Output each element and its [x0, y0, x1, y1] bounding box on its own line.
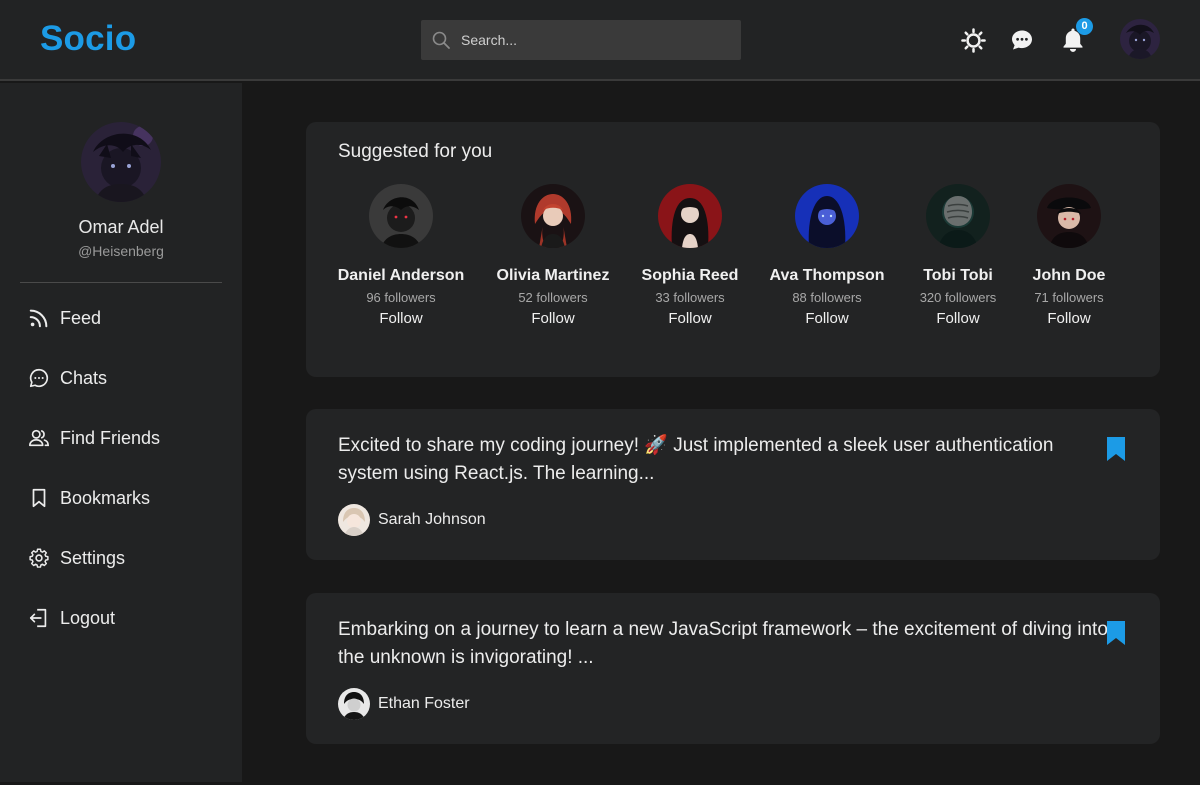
author-avatar[interactable]	[338, 688, 370, 720]
suggestion-followers: 33 followers	[655, 290, 725, 305]
bookmark-icon	[32, 488, 46, 508]
sidebar-item-label: Feed	[60, 307, 102, 328]
suggestion-followers: 52 followers	[518, 290, 588, 305]
search-icon	[432, 31, 450, 49]
post-text[interactable]: Embarking on a journey to learn a new Ja…	[338, 616, 1108, 672]
suggestion-item: Olivia Martinez 52 followers Follow	[478, 184, 628, 327]
author-avatar[interactable]	[338, 504, 370, 536]
brand-logo[interactable]: Socio	[40, 19, 136, 59]
sidebar-item-logout[interactable]: Logout	[28, 603, 115, 633]
chat-icon	[29, 368, 49, 388]
messages-icon[interactable]	[1010, 28, 1034, 52]
notification-badge: 0	[1076, 18, 1093, 35]
post-author[interactable]: Sarah Johnson	[338, 504, 486, 536]
theme-toggle-sun-icon[interactable]	[961, 28, 986, 53]
suggestion-name[interactable]: Daniel Anderson	[326, 267, 476, 285]
suggestion-item: Ava Thompson 88 followers Follow	[752, 184, 902, 327]
suggestion-avatar[interactable]	[926, 184, 990, 248]
author-name[interactable]: Ethan Foster	[378, 695, 470, 713]
gear-icon	[29, 548, 49, 568]
post-text[interactable]: Excited to share my coding journey! 🚀 Ju…	[338, 432, 1108, 488]
post-card[interactable]: Excited to share my coding journey! 🚀 Ju…	[306, 409, 1160, 560]
suggestions-card: Suggested for you Daniel Anderson 96 fol…	[306, 122, 1160, 377]
author-name[interactable]: Sarah Johnson	[378, 511, 486, 529]
suggestion-avatar[interactable]	[521, 184, 585, 248]
sidebar-item-label: Chats	[60, 367, 108, 388]
suggestions-title: Suggested for you	[338, 141, 493, 162]
sidebar-item-feed[interactable]: Feed	[28, 303, 101, 333]
profile-name[interactable]: Omar Adel	[0, 217, 242, 238]
sidebar-item-label: Settings	[60, 547, 126, 568]
sidebar-item-label: Find Friends	[60, 427, 161, 448]
sidebar-item-chats[interactable]: Chats	[28, 363, 107, 393]
profile-handle: @Heisenberg	[78, 243, 164, 259]
suggestion-avatar[interactable]	[795, 184, 859, 248]
follow-button[interactable]: Follow	[478, 310, 628, 327]
sidebar-item-label: Logout	[60, 607, 116, 628]
sidebar: Omar Adel @Heisenberg Feed Chats Find Fr…	[0, 83, 242, 782]
users-icon	[29, 429, 49, 447]
suggestion-avatar[interactable]	[1037, 184, 1101, 248]
search-bar[interactable]	[421, 20, 741, 60]
sidebar-item-bookmarks[interactable]: Bookmarks	[28, 483, 150, 513]
rss-icon	[29, 309, 48, 328]
suggestion-followers: 71 followers	[1034, 290, 1104, 305]
bookmark-filled-icon[interactable]	[1106, 620, 1126, 646]
follow-button[interactable]: Follow	[994, 310, 1144, 327]
sidebar-item-find-friends[interactable]: Find Friends	[28, 423, 160, 453]
suggestion-avatar[interactable]	[369, 184, 433, 248]
sidebar-item-settings[interactable]: Settings	[28, 543, 125, 573]
post-author[interactable]: Ethan Foster	[338, 688, 470, 720]
suggestion-item: Sophia Reed 33 followers Follow	[615, 184, 765, 327]
suggestion-name[interactable]: Ava Thompson	[752, 267, 902, 285]
suggestion-item: John Doe 71 followers Follow	[994, 184, 1144, 327]
suggestion-item: Daniel Anderson 96 followers Follow	[326, 184, 476, 327]
suggestion-name[interactable]: Sophia Reed	[615, 267, 765, 285]
sidebar-divider	[20, 282, 222, 283]
sidebar-item-label: Bookmarks	[60, 487, 151, 508]
suggestion-name[interactable]: Olivia Martinez	[478, 267, 628, 285]
profile-avatar[interactable]	[81, 122, 161, 202]
search-input[interactable]	[461, 20, 731, 60]
follow-button[interactable]: Follow	[752, 310, 902, 327]
follow-button[interactable]: Follow	[326, 310, 476, 327]
logout-icon	[29, 608, 47, 628]
user-avatar[interactable]	[1120, 19, 1160, 59]
post-card[interactable]: Embarking on a journey to learn a new Ja…	[306, 593, 1160, 744]
suggestion-followers: 96 followers	[366, 290, 436, 305]
top-header: Socio 0	[0, 0, 1200, 81]
suggestion-followers: 88 followers	[792, 290, 862, 305]
suggestion-avatar[interactable]	[658, 184, 722, 248]
suggestion-name[interactable]: John Doe	[994, 267, 1144, 285]
bookmark-filled-icon[interactable]	[1106, 436, 1126, 462]
follow-button[interactable]: Follow	[615, 310, 765, 327]
